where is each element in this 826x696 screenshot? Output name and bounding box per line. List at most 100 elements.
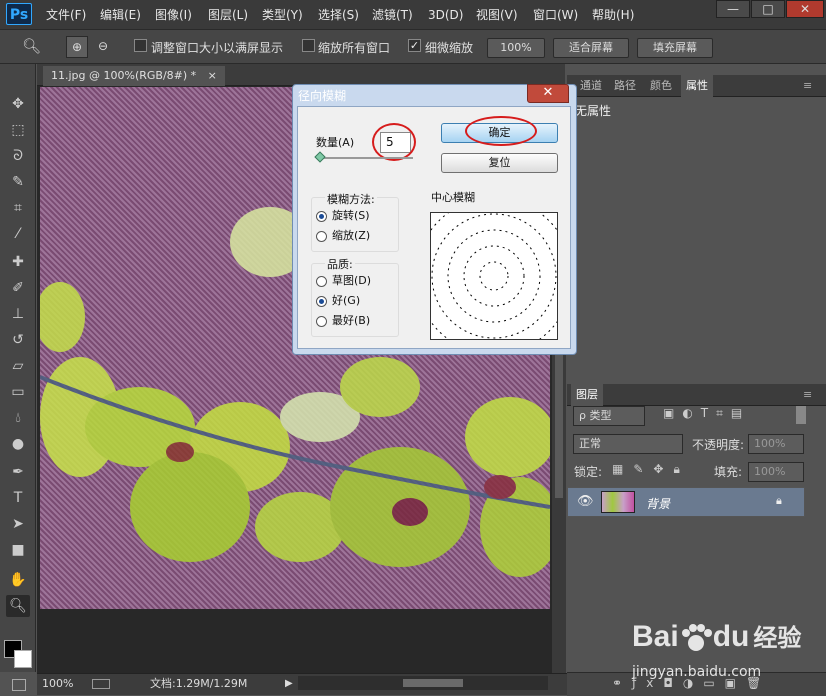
properties-tabbar: 通道 路径 颜色 属性 ≡: [567, 75, 826, 97]
quality-draft-radio[interactable]: [316, 276, 327, 287]
blur-center-preview[interactable]: [430, 212, 558, 340]
amount-slider-track[interactable]: [316, 157, 413, 159]
status-zoom[interactable]: 100%: [42, 676, 73, 692]
layer-name[interactable]: 背景: [646, 495, 670, 512]
paw-icon: [679, 623, 713, 653]
minimize-button[interactable]: —: [716, 0, 750, 18]
resize-windows-label: 调整窗口大小以满屏显示: [151, 41, 284, 55]
baidu-jingyan-watermark: Bai du 经验 jingyan.baidu.com: [580, 602, 820, 692]
close-window-button[interactable]: ✕: [786, 0, 824, 18]
zoom-all-windows-checkbox[interactable]: [302, 39, 315, 52]
status-doc-size: 文档:1.29M/1.29M: [150, 677, 248, 690]
zoom-all-windows-label: 缩放所有窗口: [318, 41, 391, 55]
quality-good-label[interactable]: 好(G): [332, 293, 360, 308]
zoom-in-icon[interactable]: ⊕: [66, 36, 88, 58]
history-brush-tool-icon[interactable]: ↺: [6, 329, 30, 351]
healing-brush-tool-icon[interactable]: ✚: [6, 251, 30, 273]
menu-edit[interactable]: 编辑(E): [100, 0, 141, 30]
filter-toggle[interactable]: [796, 406, 806, 424]
panel-menu-icon[interactable]: ≡: [803, 79, 812, 92]
blur-tool-icon[interactable]: 💧︎: [6, 407, 30, 429]
zoom-tool-icon[interactable]: 🔍︎: [22, 37, 41, 55]
quality-draft-label[interactable]: 草图(D): [332, 273, 371, 288]
menu-select[interactable]: 选择(S): [318, 0, 359, 30]
method-zoom-radio[interactable]: [316, 231, 327, 242]
visibility-eye-icon[interactable]: 👁︎: [577, 494, 594, 509]
close-tab-icon[interactable]: ×: [208, 69, 217, 82]
resize-windows-checkbox[interactable]: [134, 39, 147, 52]
menu-image[interactable]: 图像(I): [155, 0, 192, 30]
opacity-label: 不透明度:: [692, 438, 745, 452]
crop-tool-icon[interactable]: ⌗: [6, 197, 30, 219]
layer-filter-select[interactable]: ρ 类型: [573, 406, 645, 426]
fill-field[interactable]: 100%: [748, 462, 804, 482]
clone-stamp-tool-icon[interactable]: ⊥: [6, 303, 30, 325]
zoom-100-button[interactable]: 100%: [487, 38, 545, 58]
dialog-close-button[interactable]: ✕: [527, 84, 569, 103]
tab-layers[interactable]: 图层: [571, 384, 603, 406]
tab-color[interactable]: 颜色: [645, 75, 677, 97]
lock-icons[interactable]: ▦✎✥🔒︎: [612, 462, 690, 477]
menu-view[interactable]: 视图(V): [476, 0, 518, 30]
shape-tool-icon[interactable]: ■: [6, 539, 30, 561]
blur-center-pattern: [431, 213, 557, 339]
watermark-url: jingyan.baidu.com: [632, 664, 762, 680]
menu-type[interactable]: 类型(Y): [262, 0, 303, 30]
tab-paths[interactable]: 路径: [609, 75, 641, 97]
method-zoom-label[interactable]: 缩放(Z): [332, 228, 370, 243]
horizontal-scrollbar[interactable]: [298, 676, 548, 690]
blur-center-title: 中心模糊: [431, 191, 475, 204]
type-tool-icon[interactable]: T: [6, 487, 30, 509]
scrubby-zoom-checkbox[interactable]: ✓: [408, 39, 421, 52]
fit-screen-button[interactable]: 适合屏幕: [553, 38, 629, 58]
blur-method-title: 模糊方法:: [325, 192, 377, 207]
method-spin-radio[interactable]: [316, 211, 327, 222]
hand-tool-icon[interactable]: ✋: [6, 569, 30, 591]
move-tool-icon[interactable]: ✥: [6, 93, 30, 115]
quality-title: 品质:: [325, 257, 355, 272]
tab-properties[interactable]: 属性: [681, 75, 713, 97]
layer-thumbnail: [601, 491, 635, 513]
annotation-circle-amount: [372, 123, 416, 161]
path-select-tool-icon[interactable]: ➤: [6, 513, 30, 535]
layers-tabbar: 图层 ≡: [567, 384, 826, 406]
quality-good-radio[interactable]: [316, 296, 327, 307]
marquee-tool-icon[interactable]: ⬚: [6, 119, 30, 141]
layers-menu-icon[interactable]: ≡: [803, 388, 812, 401]
method-spin-label[interactable]: 旋转(S): [332, 208, 370, 223]
quality-best-label[interactable]: 最好(B): [332, 313, 370, 328]
zoom-out-icon[interactable]: ⊖: [92, 36, 114, 58]
opacity-field[interactable]: 100%: [748, 434, 804, 454]
menu-help[interactable]: 帮助(H): [592, 0, 634, 30]
lasso-tool-icon[interactable]: ᘐ: [6, 145, 30, 167]
eyedropper-tool-icon[interactable]: ⁄: [6, 223, 30, 245]
properties-empty-text: 无属性: [575, 104, 612, 118]
quality-best-radio[interactable]: [316, 316, 327, 327]
restore-button[interactable]: □: [751, 0, 785, 18]
menu-filter[interactable]: 滤镜(T): [372, 0, 413, 30]
menu-layer[interactable]: 图层(L): [208, 0, 248, 30]
menu-3d[interactable]: 3D(D): [428, 0, 463, 30]
layer-lock-icon: 🔒︎: [776, 494, 782, 507]
tab-channels[interactable]: 通道: [575, 75, 607, 97]
dodge-tool-icon[interactable]: ●: [6, 433, 30, 455]
fill-screen-button[interactable]: 填充屏幕: [637, 38, 713, 58]
status-arrow-icon[interactable]: ▶: [285, 676, 293, 692]
blend-mode-select[interactable]: 正常: [573, 434, 683, 454]
zoom-tool-icon-active[interactable]: 🔍︎: [6, 595, 30, 617]
document-tab-title: 11.jpg @ 100%(RGB/8#) *: [51, 69, 197, 82]
pen-tool-icon[interactable]: ✒: [6, 461, 30, 483]
quick-select-tool-icon[interactable]: ✎: [6, 171, 30, 193]
eraser-tool-icon[interactable]: ▱: [6, 355, 30, 377]
menu-window[interactable]: 窗口(W): [533, 0, 578, 30]
layer-filter-icons[interactable]: ▣◐T⌗▤: [663, 406, 750, 421]
lock-label: 锁定:: [574, 465, 603, 479]
quick-mask-icon[interactable]: [12, 679, 26, 691]
document-tab[interactable]: 11.jpg @ 100%(RGB/8#) * ×: [43, 66, 225, 86]
gradient-tool-icon[interactable]: ▭: [6, 381, 30, 403]
brush-tool-icon[interactable]: ✐: [6, 277, 30, 299]
background-color-swatch[interactable]: [14, 650, 32, 668]
menu-file[interactable]: 文件(F): [46, 0, 86, 30]
status-icon: [92, 679, 110, 689]
reset-button[interactable]: 复位: [441, 153, 558, 173]
